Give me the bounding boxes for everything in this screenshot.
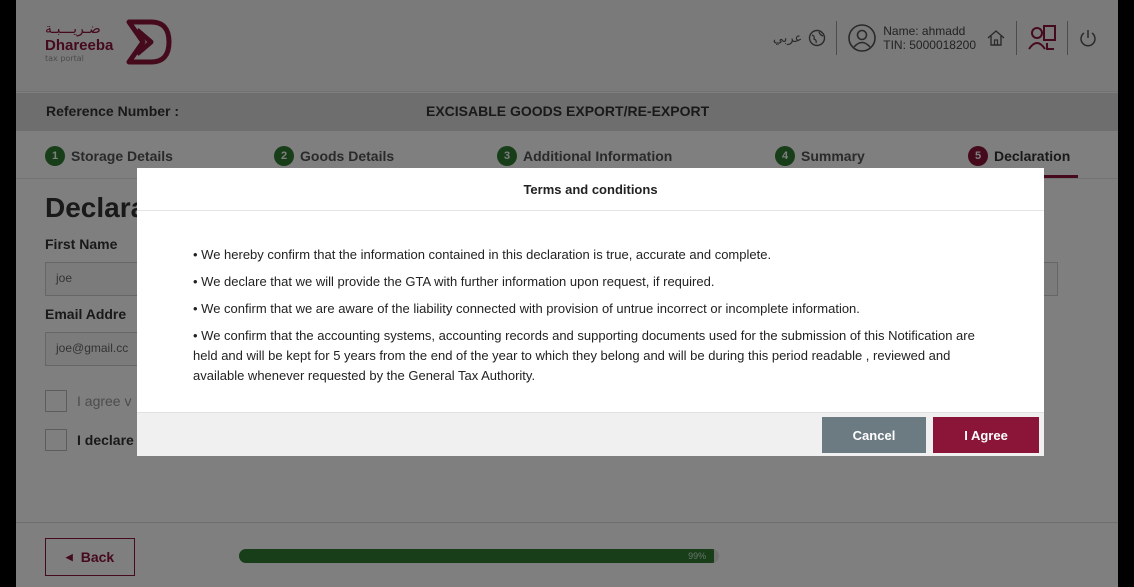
terms-item: • We declare that we will provide the GT…: [193, 274, 715, 289]
cancel-button[interactable]: Cancel: [822, 417, 926, 453]
terms-item: • We hereby confirm that the information…: [193, 247, 772, 262]
terms-item: • We confirm that the accounting systems…: [193, 328, 975, 383]
modal-footer: Cancel I Agree: [137, 412, 1044, 456]
terms-modal: Terms and conditions • We hereby confirm…: [137, 168, 1044, 456]
modal-title: Terms and conditions: [137, 168, 1044, 211]
app-frame: ضـريـــبـة Dhareeba tax portal عربي: [16, 0, 1118, 587]
agree-button[interactable]: I Agree: [933, 417, 1039, 453]
modal-body: • We hereby confirm that the information…: [137, 211, 1044, 411]
terms-item: • We confirm that we are aware of the li…: [193, 301, 860, 316]
